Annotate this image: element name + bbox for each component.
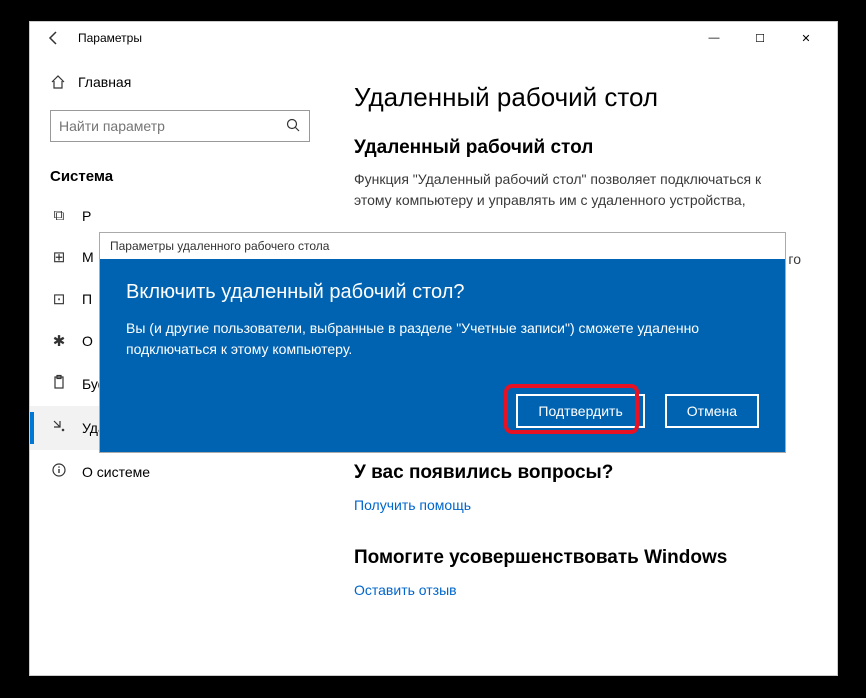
maximize-button[interactable]: ☐ bbox=[737, 22, 783, 54]
search-input[interactable] bbox=[50, 110, 310, 142]
sidebar-item-about[interactable]: О системе bbox=[30, 450, 330, 494]
section-body-1: Функция "Удаленный рабочий стол" позволя… bbox=[354, 169, 801, 211]
section-title-2: У вас появились вопросы? bbox=[354, 462, 801, 484]
page-title: Удаленный рабочий стол bbox=[354, 82, 801, 113]
sidebar-item-label: Р bbox=[82, 208, 91, 224]
dialog-buttons: Подтвердить Отмена bbox=[126, 394, 759, 428]
shared-icon: ✱ bbox=[50, 332, 68, 350]
info-icon bbox=[50, 462, 68, 482]
display-icon: ⧉ bbox=[50, 207, 68, 224]
titlebar: Параметры — ☐ ✕ bbox=[30, 22, 837, 54]
home-label: Главная bbox=[78, 74, 131, 90]
close-button[interactable]: ✕ bbox=[783, 22, 829, 54]
minimize-button[interactable]: — bbox=[691, 22, 737, 54]
sidebar-item-0[interactable]: ⧉ Р bbox=[30, 195, 330, 236]
dialog-text: Вы (и другие пользователи, выбранные в р… bbox=[126, 318, 759, 360]
window-controls: — ☐ ✕ bbox=[691, 22, 829, 54]
window-title: Параметры bbox=[78, 31, 142, 45]
section-title-3: Помогите усовершенствовать Windows bbox=[354, 547, 801, 569]
cancel-button[interactable]: Отмена bbox=[665, 394, 759, 428]
sidebar-item-label: М bbox=[82, 249, 94, 265]
clipboard-icon bbox=[50, 374, 68, 394]
remote-desktop-icon bbox=[50, 418, 68, 438]
feedback-link[interactable]: Оставить отзыв bbox=[354, 579, 801, 601]
dialog-heading: Включить удаленный рабочий стол? bbox=[126, 281, 759, 304]
arrow-left-icon bbox=[46, 30, 62, 46]
projecting-icon: ⊡ bbox=[50, 290, 68, 308]
home-icon bbox=[50, 74, 66, 90]
section-title-1: Удаленный рабочий стол bbox=[354, 137, 801, 159]
search-field[interactable] bbox=[59, 118, 285, 134]
home-nav[interactable]: Главная bbox=[30, 66, 330, 98]
search-icon bbox=[285, 117, 301, 136]
back-button[interactable] bbox=[38, 22, 70, 54]
section-header: Система bbox=[30, 154, 330, 195]
sidebar-item-label: О системе bbox=[82, 464, 150, 480]
multitask-icon: ⊞ bbox=[50, 248, 68, 266]
sidebar-item-label: П bbox=[82, 291, 92, 307]
sidebar-item-label: О bbox=[82, 333, 93, 349]
confirm-button[interactable]: Подтвердить bbox=[516, 394, 644, 428]
confirm-dialog: Параметры удаленного рабочего стола Вклю… bbox=[99, 232, 786, 453]
help-link[interactable]: Получить помощь bbox=[354, 494, 801, 516]
dialog-body: Включить удаленный рабочий стол? Вы (и д… bbox=[100, 259, 785, 452]
dialog-title: Параметры удаленного рабочего стола bbox=[100, 233, 785, 259]
